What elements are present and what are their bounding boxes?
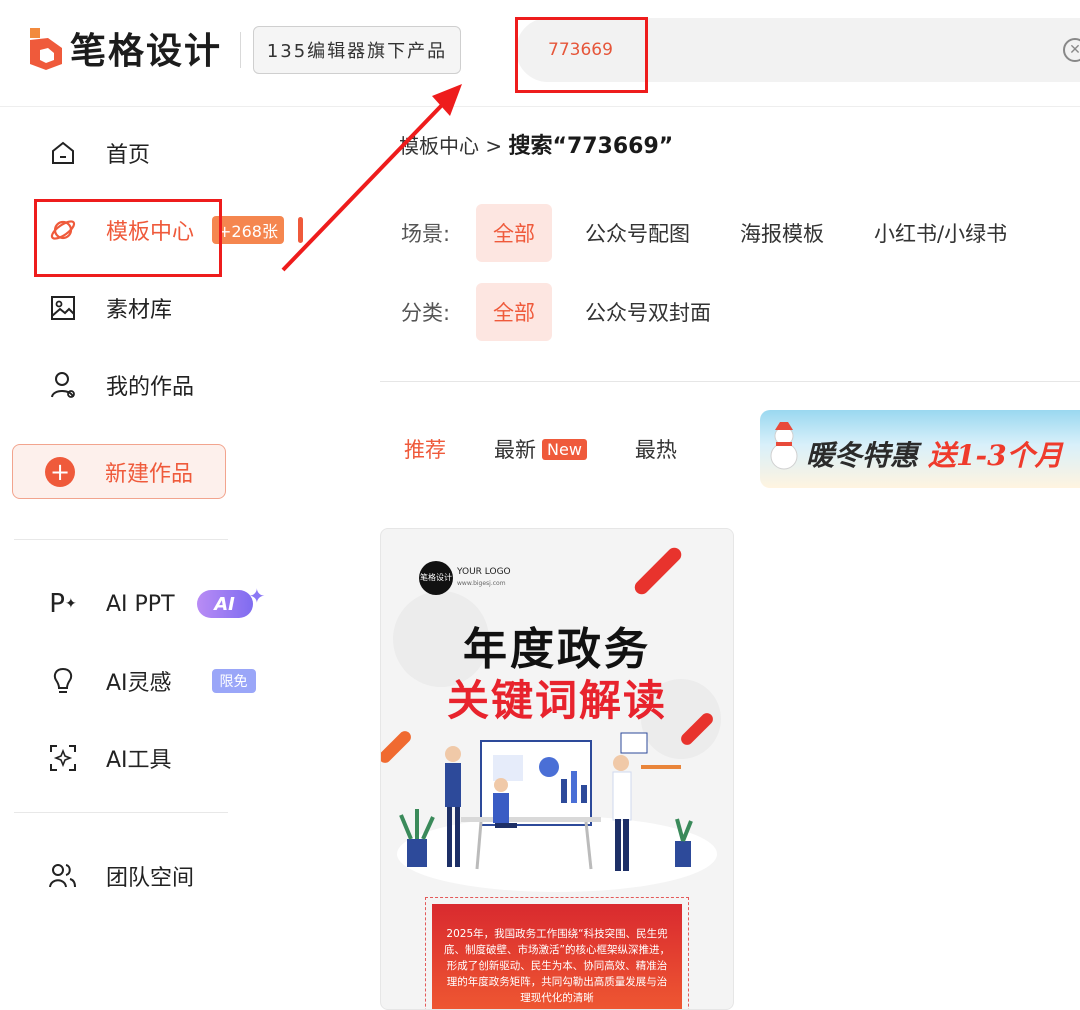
promo-text-offer: 送1-3个月 <box>928 439 1063 472</box>
tab-hottest[interactable]: 最热 <box>635 434 677 464</box>
free-badge: 限免 <box>211 669 256 693</box>
category-option[interactable]: 公众号双封面 <box>568 283 728 341</box>
scene-filter-label: 场景: <box>401 222 451 246</box>
sub-brand-badge[interactable]: 135编辑器旗下产品 <box>253 26 461 74</box>
promo-text-main: 暖冬特惠 <box>806 439 919 472</box>
scan-sparkle-icon <box>48 743 78 773</box>
sparkle-icon: ✦ <box>248 584 266 608</box>
category-filter-label: 分类: <box>401 301 451 325</box>
sidebar-item-label: AI工具 <box>106 748 172 773</box>
image-icon <box>48 293 78 323</box>
sidebar-highlight-box <box>34 199 222 277</box>
promo-text: 暖冬特惠 送1-3个月 <box>806 434 1063 474</box>
scene-option[interactable]: 公众号配图 <box>568 204 707 262</box>
sidebar-item-label: AI灵感 <box>106 671 172 696</box>
ai-badge: AI <box>196 590 253 618</box>
search-highlight-box <box>515 17 648 93</box>
sidebar-item-my-works[interactable]: 我的作品 <box>48 363 194 407</box>
template-card[interactable]: 笔格设计 YOUR LOGO www.bigesj.com 年度政务 关键词解读 <box>380 528 734 1010</box>
sidebar-item-team-space[interactable]: 团队空间 <box>48 854 194 898</box>
sidebar-item-ai-inspiration[interactable]: AI灵感 限免 <box>48 659 256 703</box>
card-text-box: 2025年，我国政务工作围绕“科技突围、民生兜底、制度破壁、市场激活”的核心框架… <box>425 897 689 1009</box>
sidebar-divider <box>14 812 228 813</box>
breadcrumb-current: 搜索“773669” <box>508 134 674 159</box>
sidebar-item-label: 团队空间 <box>106 866 195 891</box>
promo-banner[interactable]: 暖冬特惠 送1-3个月 <box>760 410 1080 488</box>
breadcrumb-parent[interactable]: 模板中心 <box>399 134 479 158</box>
ppt-icon: P ✦ <box>49 589 77 619</box>
new-tag: New <box>542 438 587 460</box>
sidebar-item-home[interactable]: 首页 <box>48 131 150 175</box>
tab-newest-label: 最新 <box>494 438 536 462</box>
sidebar-item-label: 我的作品 <box>106 375 195 400</box>
card-title-line2: 关键词解读 <box>446 676 667 725</box>
clear-icon[interactable]: ✕ <box>1063 38 1080 62</box>
scene-option[interactable]: 海报模板 <box>723 204 841 262</box>
scene-filter: 场景: 全部 公众号配图 海报模板 小红书/小绿书 <box>401 203 1040 263</box>
tab-newest[interactable]: 最新 New <box>494 434 587 464</box>
breadcrumb: 模板中心 > 搜索“773669” <box>399 128 673 160</box>
snowman-icon <box>770 422 798 470</box>
card-body-text: 2025年，我国政务工作围绕“科技突围、民生兜底、制度破壁、市场激活”的核心框架… <box>432 904 682 1009</box>
brand-logo[interactable]: 笔格设计 <box>26 22 222 74</box>
card-logo-title: YOUR LOGO <box>457 567 511 577</box>
sidebar-item-assets[interactable]: 素材库 <box>48 286 172 330</box>
scene-option-all[interactable]: 全部 <box>476 204 552 262</box>
card-logo-mark: 笔格设计 <box>419 561 453 595</box>
bulb-icon <box>48 666 78 696</box>
team-icon <box>48 861 78 891</box>
new-work-button[interactable]: + 新建作品 <box>12 444 226 499</box>
active-indicator <box>297 217 303 243</box>
template-count-badge: +268张 <box>212 216 284 244</box>
user-icon <box>48 370 78 400</box>
card-logo-url: www.bigesj.com <box>457 580 506 587</box>
brand-name: 笔格设计 <box>70 31 223 72</box>
scene-option[interactable]: 小红书/小绿书 <box>857 204 1024 262</box>
category-filter: 分类: 全部 公众号双封面 <box>401 282 744 342</box>
sidebar-item-label: AI PPT <box>106 591 175 617</box>
sidebar-item-ai-tools[interactable]: AI工具 <box>48 736 172 780</box>
card-logo-text: YOUR LOGO www.bigesj.com <box>457 567 511 589</box>
header-divider <box>240 32 241 68</box>
sidebar-item-label: 素材库 <box>106 298 173 323</box>
breadcrumb-separator: > <box>485 134 503 158</box>
plus-icon: + <box>45 456 75 487</box>
new-work-label: 新建作品 <box>105 461 194 487</box>
tab-recommend[interactable]: 推荐 <box>404 434 446 464</box>
card-logo: 笔格设计 YOUR LOGO www.bigesj.com <box>419 561 511 595</box>
sidebar-divider <box>14 539 228 540</box>
home-icon <box>48 138 78 168</box>
sidebar-item-ai-ppt[interactable]: P ✦ AI PPT AI ✦ <box>48 582 265 626</box>
office-illustration <box>397 732 717 892</box>
sort-tabs: 推荐 最新 New 最热 <box>404 434 725 464</box>
category-option-all[interactable]: 全部 <box>476 283 552 341</box>
content-divider <box>380 381 1080 382</box>
sidebar-item-label: 首页 <box>106 143 151 168</box>
brand-logo-icon <box>30 28 62 70</box>
